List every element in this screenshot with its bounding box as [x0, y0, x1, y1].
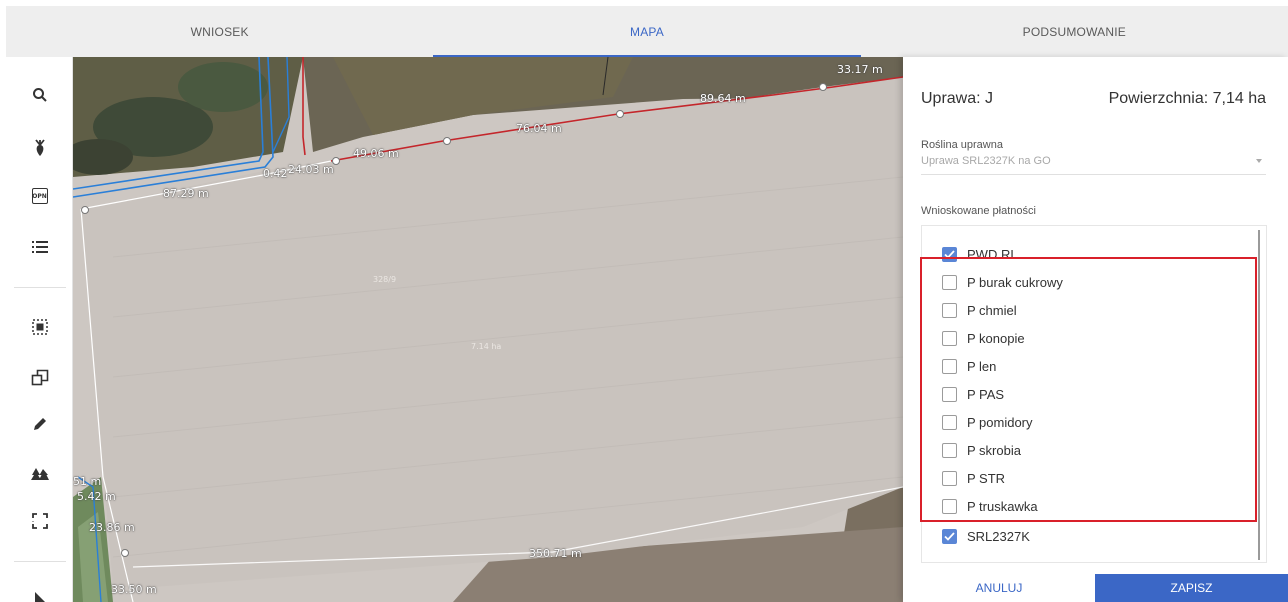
measurement-label: 87.29 m [163, 187, 209, 200]
measurement-label: 24.03 m [288, 163, 334, 176]
payment-label: P burak cukrowy [967, 274, 1063, 290]
checkbox[interactable] [942, 442, 957, 458]
map-canvas [73, 57, 903, 602]
measurement-label: 49.06 m [353, 147, 399, 160]
payment-item[interactable]: P PAS [942, 383, 1004, 405]
toolbar-divider [14, 287, 66, 288]
plant-icon [34, 139, 45, 156]
tab-mapa[interactable]: MAPA [433, 6, 861, 57]
crop-tool[interactable] [6, 128, 73, 168]
tab-bar: WNIOSEK MAPA PODSUMOWANIE [6, 6, 1288, 57]
edit-tool[interactable] [6, 404, 73, 444]
plant-field-label: Roślina uprawna [921, 139, 1003, 151]
measurement-label: 0.42 [263, 167, 288, 180]
payment-item[interactable]: P chmiel [942, 299, 1017, 321]
payment-label: P chmiel [967, 302, 1017, 318]
pointer-icon [34, 592, 45, 602]
checkbox[interactable] [942, 302, 957, 318]
payment-item[interactable]: P truskawka [942, 495, 1038, 517]
measurement-label: 5.42 m [77, 490, 116, 503]
select-area-tool[interactable] [6, 307, 73, 347]
map-view[interactable]: 33.17 m 89.64 m 76.04 m 49.06 m 24.03 m … [73, 57, 903, 602]
measurement-label: 89.64 m [700, 92, 746, 105]
checkbox[interactable] [942, 274, 957, 290]
search-icon [32, 88, 47, 102]
checkbox[interactable] [942, 414, 957, 430]
list-icon [31, 241, 48, 253]
checkbox[interactable] [942, 470, 957, 486]
tab-wniosek[interactable]: WNIOSEK [6, 6, 433, 57]
panel-footer: ANULUJ ZAPISZ [903, 574, 1288, 602]
cancel-button[interactable]: ANULUJ [903, 574, 1095, 602]
map-toolbar: OPN [6, 57, 73, 602]
crop-details-panel: Uprawa: J Powierzchnia: 7,14 ha Roślina … [903, 57, 1288, 602]
list-tool[interactable] [6, 227, 73, 267]
checkbox[interactable] [942, 358, 957, 374]
selection-frame-icon [31, 513, 48, 529]
copy-icon [31, 369, 48, 386]
search-tool[interactable] [6, 75, 73, 115]
payment-item[interactable]: P konopie [942, 327, 1025, 349]
pointer-tool[interactable] [6, 579, 73, 602]
crop-title: Uprawa: J [921, 90, 994, 107]
trees-tool[interactable] [6, 455, 73, 495]
pencil-icon [33, 418, 46, 430]
payment-item[interactable]: P STR [942, 467, 1005, 489]
chevron-down-icon [1256, 159, 1262, 163]
payment-item[interactable]: P pomidory [942, 411, 1033, 433]
copy-tool[interactable] [6, 358, 73, 398]
opn-icon: OPN [31, 188, 48, 204]
area-title: Powierzchnia: 7,14 ha [1108, 90, 1266, 107]
payment-item[interactable]: PWD RL [942, 243, 1018, 265]
measurement-label: 33.17 m [837, 63, 883, 76]
selection-frame-tool[interactable] [6, 501, 73, 541]
measurement-label: 33.50 m [111, 583, 157, 596]
select-area-icon [31, 319, 48, 335]
payment-label: P konopie [967, 330, 1025, 346]
payment-label: P len [967, 358, 997, 374]
checkmark-icon [944, 531, 955, 541]
measurement-label: 350.71 m [529, 547, 582, 560]
payment-item[interactable]: SRL2327K [942, 525, 1030, 547]
payment-label: P pomidory [967, 414, 1033, 430]
tab-podsumowanie[interactable]: PODSUMOWANIE [861, 6, 1288, 57]
checkbox[interactable] [942, 386, 957, 402]
measurement-label: 51 m [73, 475, 102, 488]
payment-label: PWD RL [967, 246, 1018, 262]
checkbox[interactable] [942, 498, 957, 514]
checkbox[interactable] [942, 330, 957, 346]
app-frame: WNIOSEK MAPA PODSUMOWANIE OPN 33.17 m 89… [6, 6, 1288, 602]
toolbar-divider [14, 561, 66, 562]
trees-icon [30, 468, 49, 480]
checkbox-checked[interactable] [942, 246, 957, 262]
plant-select-value: Uprawa SRL2327K na GO [921, 155, 1051, 167]
opn-tool[interactable]: OPN [6, 176, 73, 216]
payment-label: P STR [967, 470, 1006, 486]
measurement-label: 76.04 m [516, 122, 562, 135]
payments-label: Wnioskowane płatności [921, 205, 1036, 217]
parcel-area-label: 7.14 ha [471, 342, 502, 351]
parcel-id-label: 328/9 [373, 275, 397, 284]
payment-label: P PAS [967, 386, 1005, 402]
payment-item[interactable]: P skrobia [942, 439, 1021, 461]
save-button[interactable]: ZAPISZ [1095, 574, 1288, 602]
payments-scrollbar[interactable] [1258, 230, 1260, 560]
measurement-label: 23.86 m [89, 521, 135, 534]
panel-header: Uprawa: J Powierzchnia: 7,14 ha [921, 90, 1266, 108]
payment-item[interactable]: P burak cukrowy [942, 271, 1063, 293]
checkmark-icon [944, 249, 955, 259]
payments-list[interactable]: PWD RL P burak cukrowy P chmiel P konopi… [921, 225, 1267, 563]
payment-item[interactable]: P len [942, 355, 996, 377]
payment-label: P skrobia [967, 442, 1021, 458]
payment-label: SRL2327K [967, 528, 1030, 544]
plant-select[interactable]: Uprawa SRL2327K na GO [921, 155, 1266, 175]
checkbox-checked[interactable] [942, 528, 957, 544]
payment-label: P truskawka [967, 498, 1038, 514]
